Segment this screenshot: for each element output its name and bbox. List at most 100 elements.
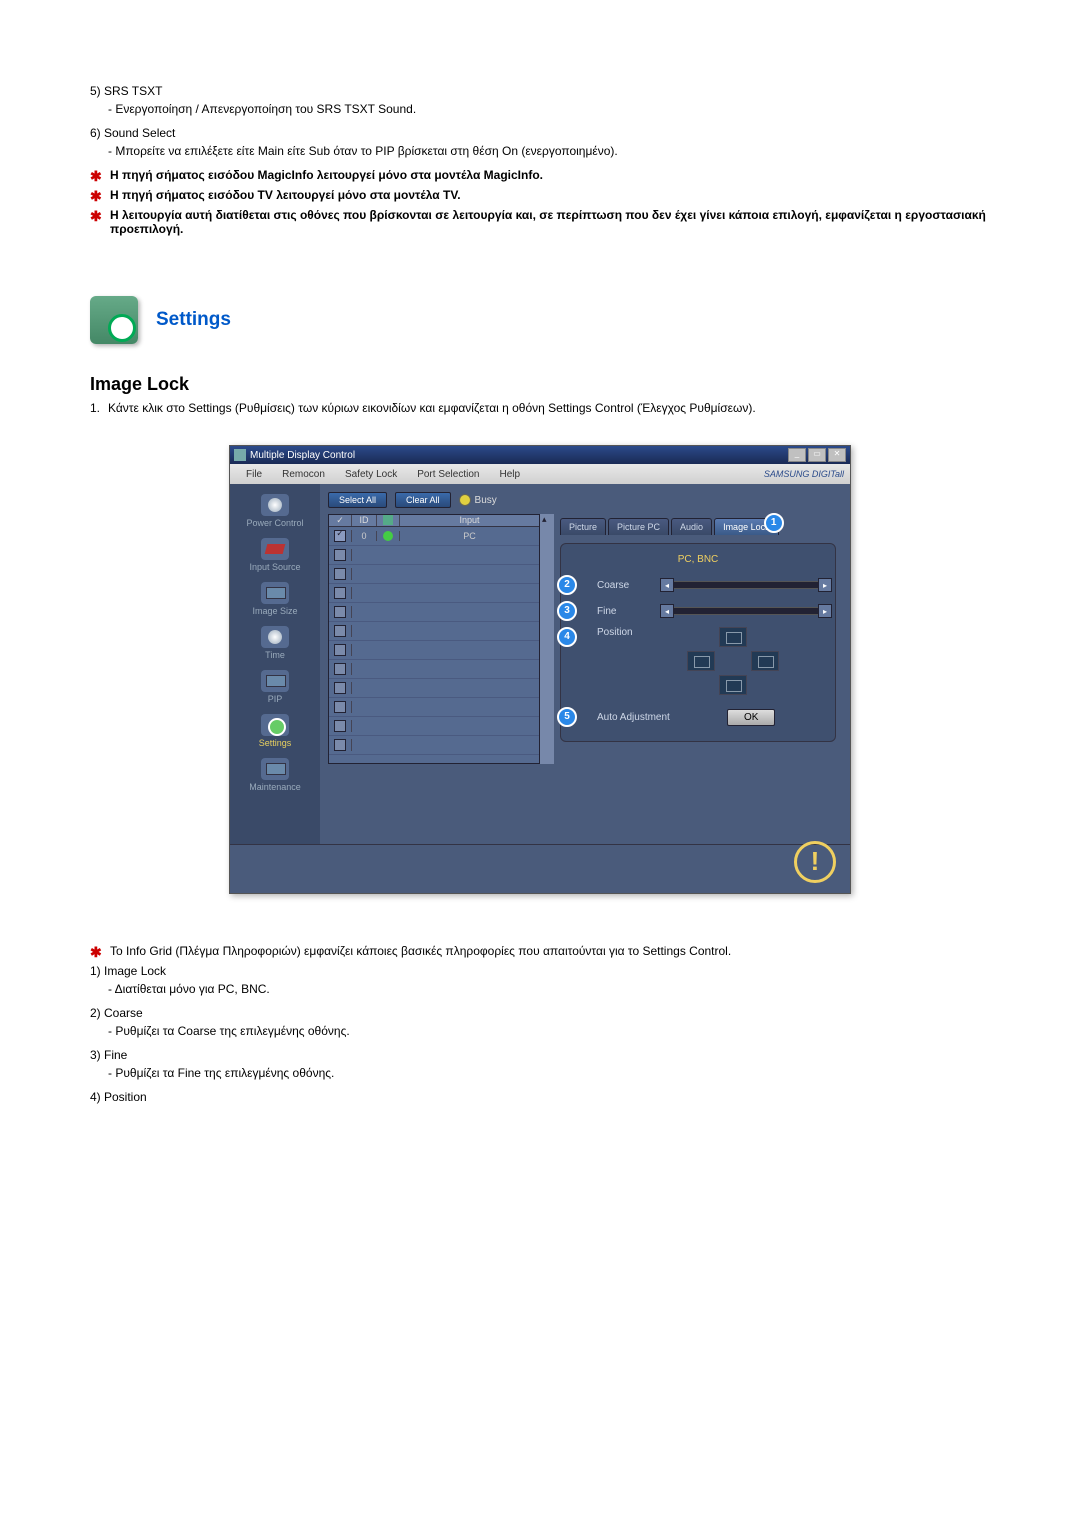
slider-right-button[interactable]: ▸	[818, 578, 832, 592]
tab-image-lock[interactable]: Image Lock 1	[714, 518, 779, 535]
row-checkbox[interactable]	[334, 663, 346, 675]
callout-badge-2: 2	[557, 575, 577, 595]
table-row[interactable]	[329, 546, 539, 565]
app-body: Power Control Input Source Image Size Ti…	[230, 484, 850, 844]
row-checkbox[interactable]	[334, 739, 346, 751]
table-row[interactable]	[329, 717, 539, 736]
sidebar-item-pip[interactable]: PIP	[230, 666, 320, 710]
row-checkbox[interactable]	[334, 549, 346, 561]
sidebar-item-label: Settings	[259, 738, 292, 748]
row-checkbox[interactable]	[334, 606, 346, 618]
menu-bar: File Remocon Safety Lock Port Selection …	[230, 464, 850, 484]
info-grid-note: Το Info Grid (Πλέγμα Πληροφοριών) εμφανί…	[90, 944, 990, 958]
section-title-image-lock: Image Lock	[90, 374, 990, 395]
tab-picture-pc[interactable]: Picture PC	[608, 518, 669, 535]
restore-button[interactable]: ▭	[808, 448, 826, 462]
table-row[interactable]	[329, 584, 539, 603]
coarse-slider[interactable]: ◂ ▸	[673, 581, 819, 589]
info-grid: ✓ ID Input 0 PC	[328, 514, 540, 764]
note-star-2: Η πηγή σήματος εισόδου TV λειτουργεί μόν…	[90, 188, 990, 202]
table-row[interactable]	[329, 641, 539, 660]
list-item-6-title: 6) Sound Select	[90, 126, 990, 140]
step-1-number: 1.	[90, 401, 100, 415]
app-window: Multiple Display Control _ ▭ ✕ File Remo…	[229, 445, 851, 894]
sidebar-item-label: Power Control	[246, 518, 303, 528]
position-down-button[interactable]	[719, 675, 747, 695]
row-checkbox[interactable]	[334, 568, 346, 580]
sidebar-item-power-control[interactable]: Power Control	[230, 490, 320, 534]
table-row[interactable]	[329, 603, 539, 622]
ok-button[interactable]: OK	[727, 709, 775, 726]
row-input: PC	[400, 531, 539, 541]
table-row[interactable]	[329, 698, 539, 717]
col-input: Input	[400, 515, 539, 526]
sidebar-item-input-source[interactable]: Input Source	[230, 534, 320, 578]
position-label: Position	[597, 627, 667, 638]
menu-file[interactable]: File	[236, 469, 272, 480]
busy-dot-icon	[459, 494, 471, 506]
table-row[interactable]	[329, 679, 539, 698]
row-checkbox[interactable]	[334, 587, 346, 599]
time-icon	[261, 626, 289, 648]
document-page: 5) SRS TSXT - Ενεργοποίηση / Απενεργοποί…	[0, 0, 1080, 1148]
tab-audio[interactable]: Audio	[671, 518, 712, 535]
table-row[interactable]	[329, 660, 539, 679]
source-icon	[261, 538, 289, 560]
position-up-button[interactable]	[719, 627, 747, 647]
sidebar-item-image-size[interactable]: Image Size	[230, 578, 320, 622]
sidebar-item-time[interactable]: Time	[230, 622, 320, 666]
row-id: 0	[352, 531, 377, 541]
table-row[interactable]	[329, 736, 539, 755]
tab-picture[interactable]: Picture	[560, 518, 606, 535]
menu-safety-lock[interactable]: Safety Lock	[335, 469, 407, 480]
size-icon	[261, 582, 289, 604]
maint-icon	[261, 758, 289, 780]
tab-label: Audio	[680, 522, 703, 532]
row-checkbox[interactable]	[334, 682, 346, 694]
grid-header: ✓ ID Input	[329, 515, 539, 527]
slider-left-button[interactable]: ◂	[660, 604, 674, 618]
status-dot-icon	[383, 531, 393, 541]
fine-slider[interactable]: ◂ ▸	[673, 607, 819, 615]
sidebar-item-settings[interactable]: Settings	[230, 710, 320, 754]
settings-title: Settings	[156, 309, 231, 331]
callout-badge-1: 1	[764, 513, 784, 533]
image-lock-panel: PC, BNC 2 Coarse ◂ ▸ 3	[560, 543, 836, 742]
position-right-button[interactable]	[751, 651, 779, 671]
power-icon	[261, 494, 289, 516]
table-row[interactable]: 0 PC	[329, 527, 539, 546]
auto-adjustment-label: Auto Adjustment	[597, 712, 697, 723]
slider-right-button[interactable]: ▸	[818, 604, 832, 618]
title-bar: Multiple Display Control _ ▭ ✕	[230, 446, 850, 464]
row-checkbox[interactable]	[334, 644, 346, 656]
brand-label: SAMSUNG DIGITall	[764, 469, 844, 479]
row-checkbox[interactable]	[334, 530, 346, 542]
fine-label: Fine	[597, 606, 667, 617]
sidebar-item-maintenance[interactable]: Maintenance	[230, 754, 320, 798]
sidebar-item-label: PIP	[268, 694, 283, 704]
minimize-button[interactable]: _	[788, 448, 806, 462]
slider-left-button[interactable]: ◂	[660, 578, 674, 592]
right-pane: Picture Picture PC Audio Image Lock 1 PC…	[554, 514, 842, 764]
close-button[interactable]: ✕	[828, 448, 846, 462]
table-row[interactable]	[329, 622, 539, 641]
list-item-6-desc: - Μπορείτε να επιλέξετε είτε Main είτε S…	[108, 144, 990, 158]
menu-help[interactable]: Help	[489, 469, 530, 480]
scrollbar[interactable]	[540, 514, 554, 764]
row-checkbox[interactable]	[334, 701, 346, 713]
coarse-row: 2 Coarse ◂ ▸	[571, 575, 825, 595]
position-left-button[interactable]	[687, 651, 715, 671]
window-title: Multiple Display Control	[250, 450, 788, 461]
clear-all-button[interactable]: Clear All	[395, 492, 451, 508]
note-star-1: Η πηγή σήματος εισόδου MagicInfo λειτουρ…	[90, 168, 990, 182]
list-item-5-title: 5) SRS TSXT	[90, 84, 990, 98]
sidebar: Power Control Input Source Image Size Ti…	[230, 484, 320, 844]
menu-remocon[interactable]: Remocon	[272, 469, 335, 480]
callout-badge-5: 5	[557, 707, 577, 727]
menu-port-selection[interactable]: Port Selection	[407, 469, 489, 480]
select-all-button[interactable]: Select All	[328, 492, 387, 508]
row-checkbox[interactable]	[334, 625, 346, 637]
row-checkbox[interactable]	[334, 720, 346, 732]
table-row[interactable]	[329, 565, 539, 584]
fine-row: 3 Fine ◂ ▸	[571, 601, 825, 621]
